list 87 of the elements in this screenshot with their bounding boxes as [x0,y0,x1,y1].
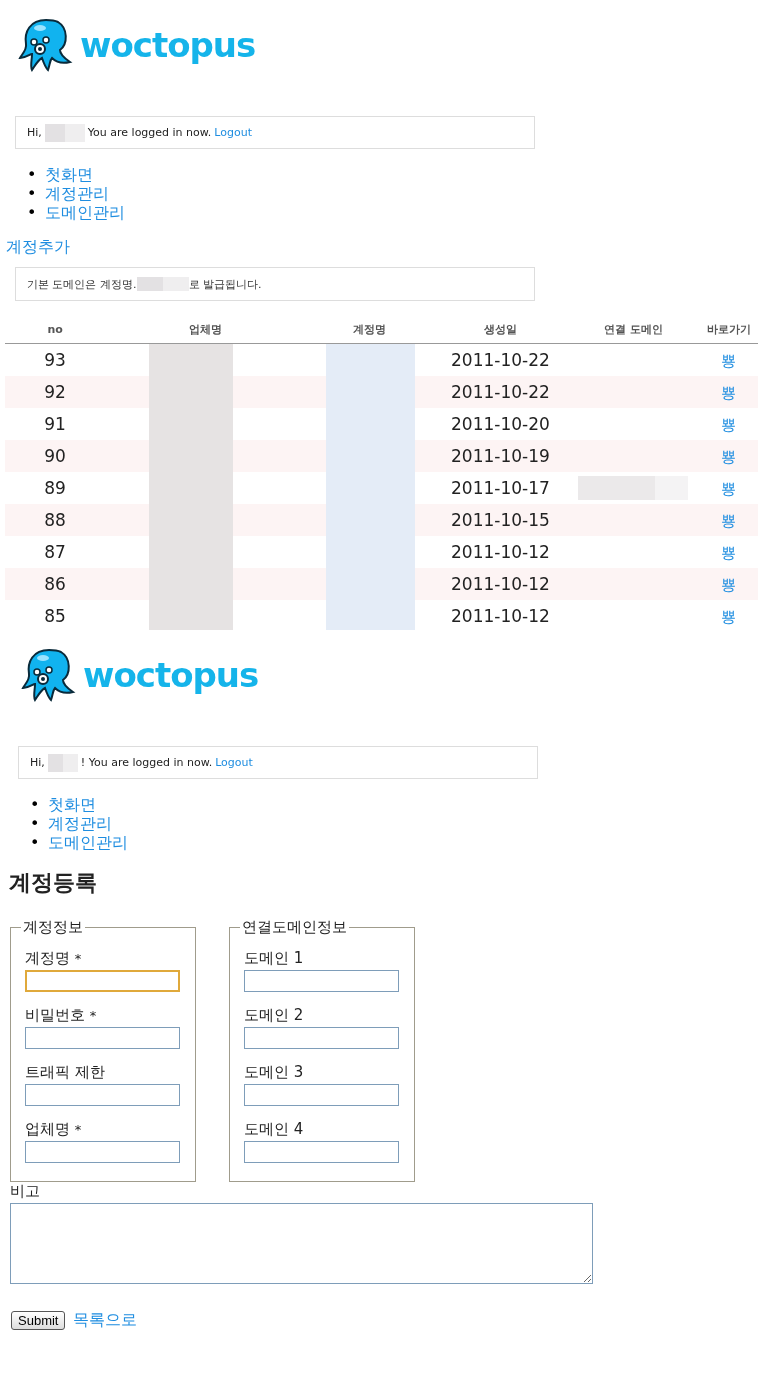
required-mark: * [89,1008,97,1023]
logo-wordmark: woctopus [80,28,256,62]
date-cell: 2011-10-22 [451,350,550,370]
nav-link[interactable]: 계정관리 [45,184,109,203]
octopus-icon [21,648,77,702]
greeting-text: Hi, [27,126,42,139]
login-message: ! You are logged in now. [80,756,213,769]
greeting-text: Hi, [30,756,45,769]
field-label: 비밀번호 [25,1006,85,1024]
field-label: 도메인 4 [244,1120,304,1138]
go-link[interactable]: 뿅 [721,447,737,466]
memo-field[interactable] [10,1203,593,1284]
row-number: 89 [44,478,66,498]
field-label: 도메인 2 [244,1006,304,1024]
go-link[interactable]: 뿅 [721,511,737,530]
row-number: 85 [44,606,66,626]
input-field[interactable] [244,1141,399,1163]
date-cell: 2011-10-15 [451,510,550,530]
input-field[interactable] [25,1141,180,1163]
row-number: 88 [44,510,66,530]
field-label: 업체명 [25,1120,70,1138]
redacted-text [136,277,189,291]
input-field[interactable] [244,970,399,992]
add-account-link[interactable]: 계정추가 [6,237,70,258]
page-title: 계정등록 [9,869,98,897]
input-field[interactable] [25,1027,180,1049]
go-link[interactable]: 뿅 [721,383,737,402]
field-label: 도메인 1 [244,949,304,967]
bullet: • [30,833,41,852]
field-label: 도메인 3 [244,1063,304,1081]
logout-link[interactable]: Logout [214,126,252,139]
column-header: 계정명 [305,315,435,344]
column-header: 바로가기 [699,315,758,344]
row-number: 86 [44,574,66,594]
column-header: 연결 도메인 [566,315,700,344]
row-number: 92 [44,382,66,402]
field-label: 트래픽 제한 [25,1063,105,1081]
input-field[interactable] [25,1084,180,1106]
bullet: • [27,184,38,203]
login-message: You are logged in now. [87,126,212,139]
notice-text: 로 발급됩니다. [188,276,262,292]
row-number: 87 [44,542,66,562]
bullet: • [30,814,41,833]
redacted-text [47,753,78,772]
go-link[interactable]: 뿅 [721,543,737,562]
required-mark: * [74,1122,82,1137]
go-link[interactable]: 뿅 [721,607,737,626]
go-link[interactable]: 뿅 [721,351,737,370]
nav-link[interactable]: 도메인관리 [48,833,128,852]
date-cell: 2011-10-17 [451,478,550,498]
back-to-list-link[interactable]: 목록으로 [73,1310,138,1331]
row-number: 91 [44,414,66,434]
column-header: 업체명 [105,315,305,344]
redacted-text [44,123,85,142]
go-link[interactable]: 뿅 [721,415,737,434]
bullet: • [27,203,38,222]
memo-label: 비고 [10,1182,40,1200]
date-cell: 2011-10-12 [451,542,550,562]
nav-link[interactable]: 도메인관리 [45,203,125,222]
input-field[interactable] [244,1027,399,1049]
field-label: 계정명 [25,949,70,967]
date-cell: 2011-10-19 [451,446,550,466]
notice-text: 기본 도메인은 계정명. [27,276,137,292]
required-mark: * [74,951,82,966]
nav-link[interactable]: 계정관리 [48,814,112,833]
octopus-icon [18,18,74,72]
date-cell: 2011-10-20 [451,414,550,434]
bullet: • [30,795,41,814]
nav-link[interactable]: 첫화면 [45,165,93,184]
go-link[interactable]: 뿅 [721,479,737,498]
date-cell: 2011-10-12 [451,606,550,626]
input-field[interactable] [244,1084,399,1106]
submit-button[interactable]: Submit [11,1311,66,1330]
row-number: 93 [44,350,66,370]
column-header: no [5,315,106,344]
date-cell: 2011-10-22 [451,382,550,402]
fieldset-legend: 연결도메인정보 [240,918,349,937]
bullet: • [27,165,38,184]
nav-link[interactable]: 첫화면 [48,795,96,814]
logout-link[interactable]: Logout [215,756,253,769]
fieldset-legend: 계정정보 [21,918,85,937]
date-cell: 2011-10-12 [451,574,550,594]
go-link[interactable]: 뿅 [721,575,737,594]
input-field[interactable] [25,970,180,992]
logo-wordmark: woctopus [83,658,259,692]
column-header: 생성일 [434,315,567,344]
row-number: 90 [44,446,66,466]
